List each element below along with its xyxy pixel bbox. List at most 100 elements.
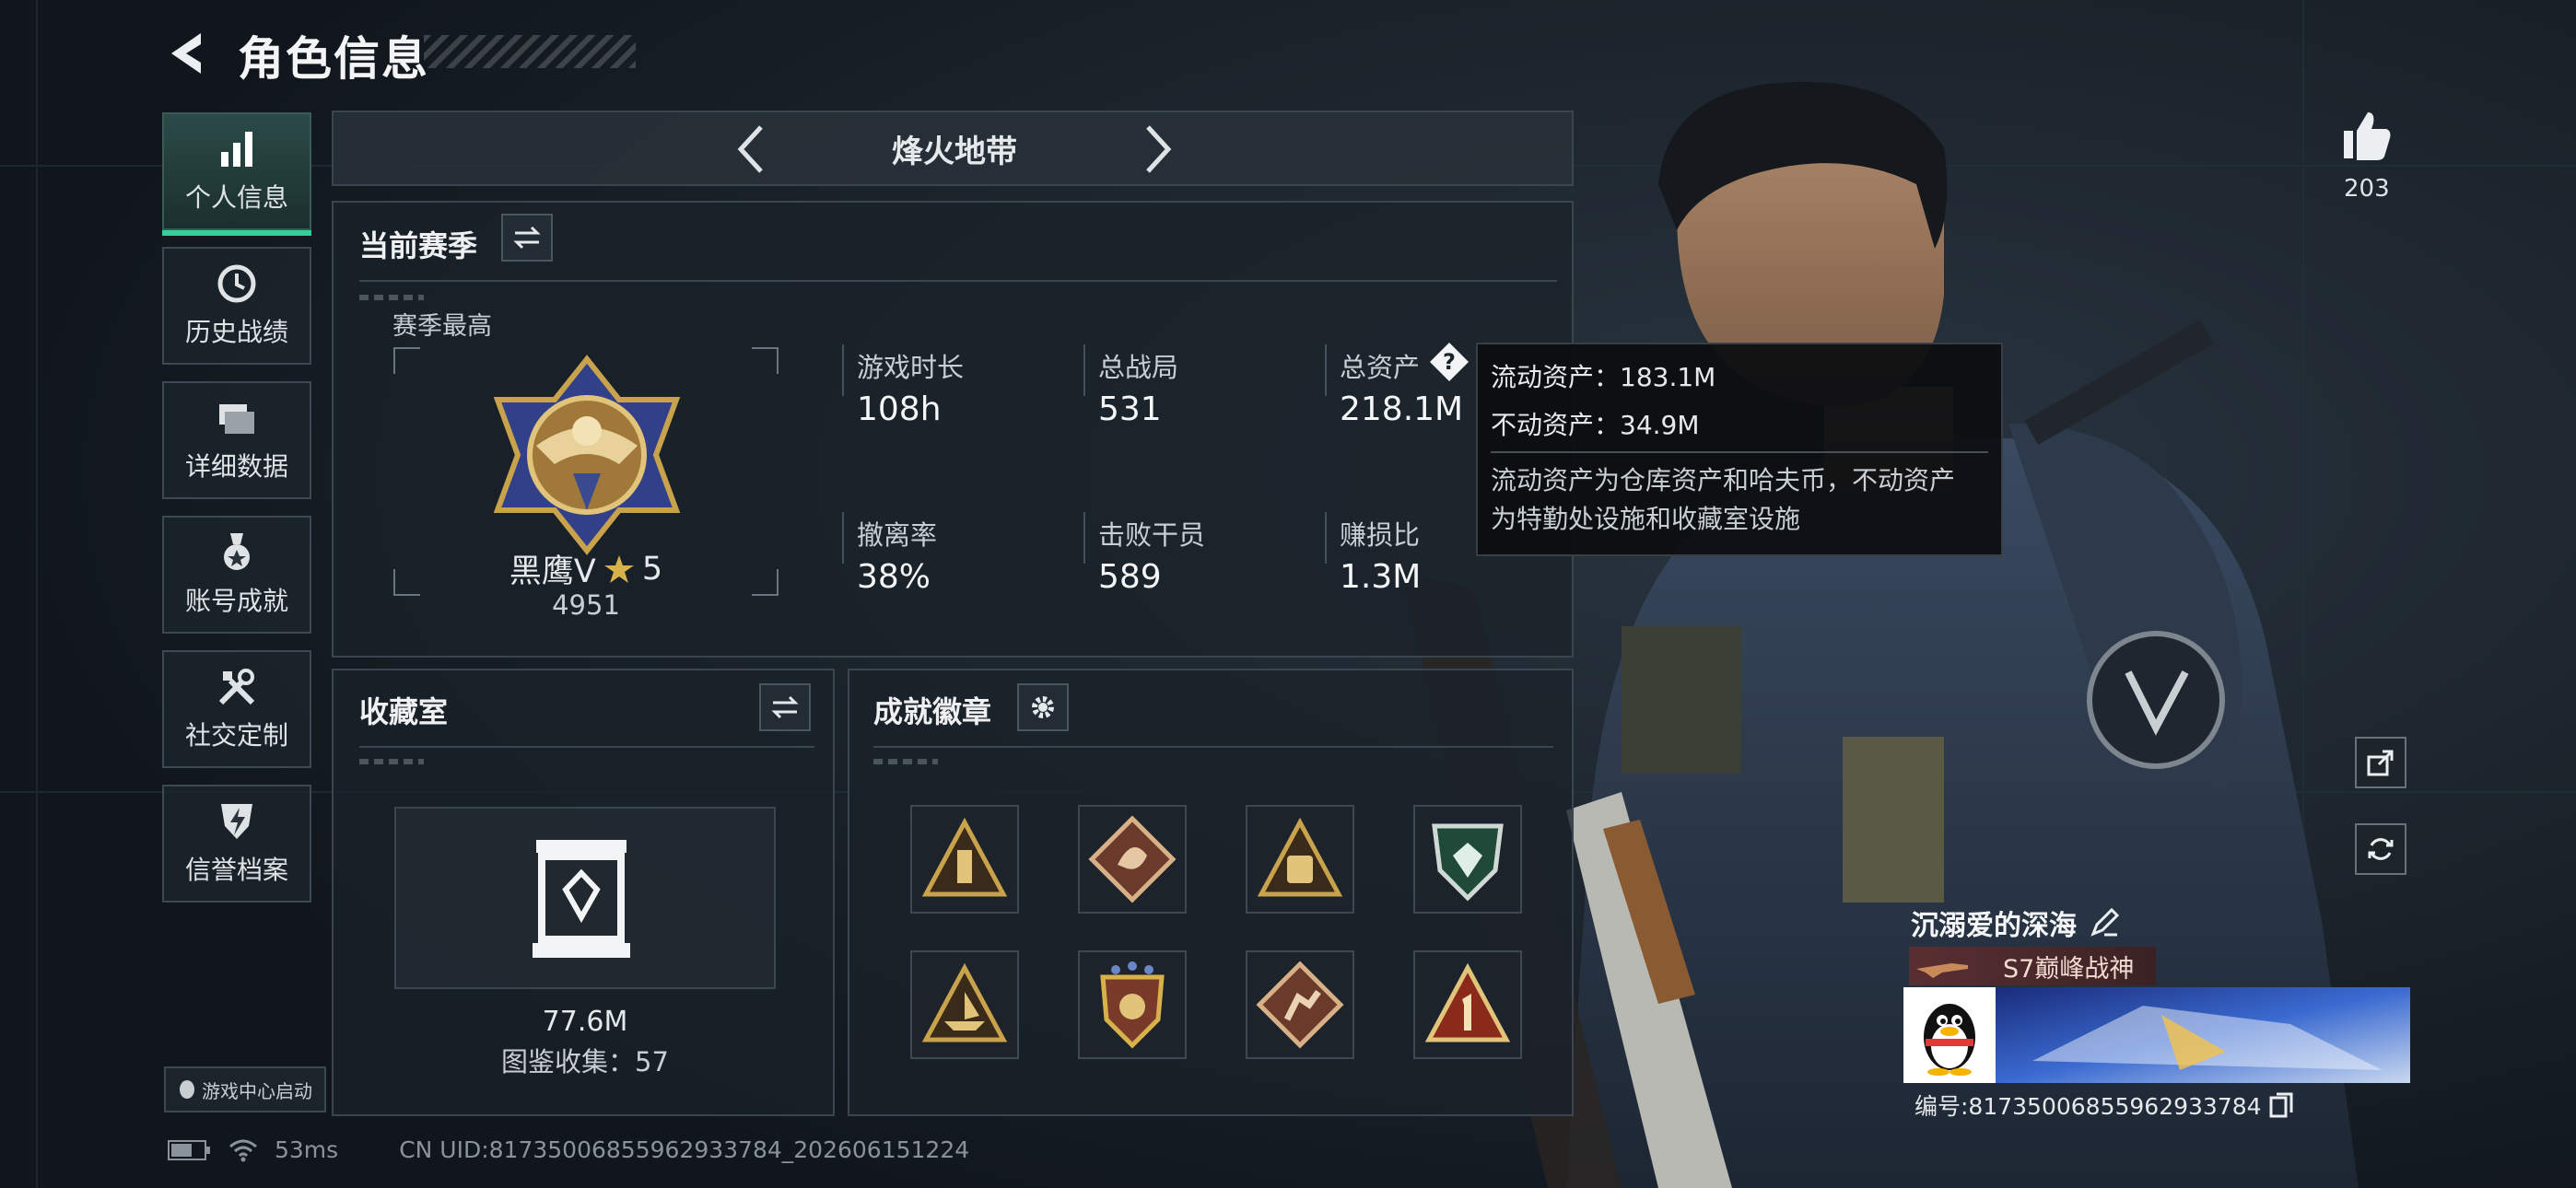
decor-ticks	[873, 759, 938, 764]
stat-separator	[1325, 344, 1327, 396]
diamond-dragon-badge-icon	[1088, 815, 1177, 903]
sidebar-item-credit[interactable]: 信誉档案	[162, 785, 311, 903]
stat-value-kills: 589	[1098, 558, 1162, 596]
back-arrow-icon[interactable]	[164, 29, 208, 77]
achievement-badge[interactable]	[1413, 805, 1522, 914]
tools-icon	[218, 669, 255, 705]
collection-value: 77.6M	[542, 1006, 628, 1038]
penguin-icon	[180, 1080, 194, 1099]
season-switch-button[interactable]	[501, 214, 553, 262]
season-best-label: 赛季最高	[392, 312, 492, 341]
sidebar-item-profile[interactable]: 个人信息	[162, 112, 311, 236]
game-center-launch-button[interactable]: 游戏中心启动	[164, 1066, 326, 1112]
stat-separator	[842, 344, 844, 396]
season-panel: 当前赛季 赛季最高 黑鹰Ⅴ 5 4951 游戏时长 108h 总战局 531 总…	[332, 201, 1574, 658]
sidebar-item-label: 账号成就	[184, 586, 288, 616]
shield-gem-badge-icon	[1432, 823, 1504, 902]
rank-name-row: 黑鹰Ⅴ 5	[392, 545, 779, 592]
page-title: 角色信息	[238, 32, 429, 86]
player-id-row: 编号:8173500685596293378​4	[1914, 1089, 2293, 1122]
divider	[873, 746, 1553, 748]
collection-display[interactable]	[394, 807, 776, 989]
stat-separator	[1083, 344, 1085, 396]
collection-switch-button[interactable]	[759, 683, 811, 731]
sidebar-item-label: 个人信息	[184, 182, 288, 213]
tooltip-liquid: 流动资产：183.1M	[1491, 362, 1716, 392]
battery-icon	[168, 1139, 210, 1160]
divider	[359, 280, 1557, 282]
sidebar-item-label: 社交定制	[184, 720, 288, 751]
rifle-emblem-icon	[1916, 963, 1968, 978]
player-title: S7巅峰战神	[2003, 954, 2135, 984]
achievement-badge[interactable]	[1078, 805, 1187, 914]
rank-points: 4951	[552, 589, 620, 621]
copy-icon[interactable]	[2269, 1092, 2293, 1118]
achievement-badge[interactable]	[910, 950, 1019, 1059]
decor-ticks	[359, 295, 424, 300]
mode-label: 烽火地带	[892, 133, 1017, 170]
triangle-bag-badge-icon	[1257, 817, 1343, 897]
player-id: 编号:8173500685596293378​4	[1914, 1093, 2262, 1120]
assets-tooltip: 流动资产：183.1M 不动资产：34.9M 流动资产为仓库资产和哈夫币，不动资…	[1476, 343, 2003, 556]
share-button[interactable]	[2355, 737, 2406, 788]
swap-icon	[513, 226, 541, 250]
collection-catalog: 图鉴收集：57	[501, 1046, 669, 1077]
sidebar-item-details[interactable]: 详细数据	[162, 381, 311, 499]
stat-label-kills: 击败干员	[1098, 519, 1206, 551]
sidebar-item-label: 详细数据	[184, 451, 288, 482]
stat-value-extract-rate: 38%	[857, 558, 931, 596]
season-title: 当前赛季	[359, 228, 478, 263]
status-footer: 53ms CN UID:81735006855962933784_2026061…	[168, 1136, 969, 1163]
stat-label-profit-ratio: 赚损比	[1340, 519, 1421, 551]
rank-name: 黑鹰Ⅴ	[509, 553, 596, 590]
divider	[359, 746, 814, 748]
chevron-right-icon[interactable]	[1141, 122, 1177, 177]
stat-label-total-assets: 总资产	[1340, 352, 1421, 383]
history-clock-icon	[217, 264, 256, 303]
achievement-medal-icon	[224, 533, 250, 570]
qq-penguin-avatar-icon	[1924, 1004, 1975, 1076]
launch-label: 游戏中心启动	[202, 1079, 312, 1102]
edit-pencil-icon[interactable]	[2090, 908, 2119, 938]
achievement-badge[interactable]	[1246, 950, 1354, 1059]
folder-icon	[219, 404, 254, 434]
sidebar-item-label: 信誉档案	[184, 855, 288, 885]
achievement-badge[interactable]	[910, 805, 1019, 914]
sidebar-item-social[interactable]: 社交定制	[162, 650, 311, 768]
title-decoration	[424, 35, 636, 68]
stat-value-total-assets: 218.1M	[1340, 390, 1464, 428]
refresh-button[interactable]	[2355, 823, 2406, 875]
sidebar-item-history[interactable]: 历史战绩	[162, 247, 311, 365]
collection-title: 收藏室	[359, 694, 449, 729]
stat-value-matches: 531	[1098, 390, 1162, 428]
triangle-one-badge-icon	[1424, 962, 1511, 1042]
tooltip-divider	[1491, 451, 1988, 453]
refresh-icon	[2368, 838, 2394, 860]
stat-label-extract-rate: 撤离率	[857, 519, 938, 551]
achievement-badge[interactable]	[1246, 805, 1354, 914]
player-name: 沉溺爱的深海	[1911, 910, 2077, 942]
help-question-icon[interactable]: ?	[1428, 341, 1470, 383]
gear-icon	[1032, 696, 1054, 718]
achievements-title: 成就徽章	[873, 694, 992, 729]
tooltip-desc-1: 流动资产为仓库资产和哈夫币，不动资产	[1491, 465, 1956, 495]
wifi-icon	[229, 1139, 257, 1161]
achievement-badge[interactable]	[1078, 950, 1187, 1059]
stat-separator	[842, 512, 844, 564]
mode-selector: 烽火地带	[332, 111, 1574, 186]
sidebar-item-achievements[interactable]: 账号成就	[162, 516, 311, 634]
gold-star-icon	[603, 554, 634, 583]
triangle-ship-badge-icon	[921, 962, 1008, 1042]
player-name-row: 沉溺爱的深海	[1911, 903, 2119, 943]
stat-label-playtime: 游戏时长	[857, 352, 965, 383]
chevron-left-icon[interactable]	[732, 122, 768, 177]
stat-separator	[1083, 512, 1085, 564]
tooltip-desc-2: 为特勤处设施和收藏室设施	[1491, 504, 1801, 534]
stat-separator	[1325, 512, 1327, 564]
achievements-settings-button[interactable]	[1017, 683, 1069, 731]
shield-bolt-icon	[221, 804, 252, 839]
display-case-icon	[533, 840, 630, 958]
achievement-badge[interactable]	[1413, 950, 1522, 1059]
stat-label-matches: 总战局	[1098, 352, 1179, 383]
thumbs-up-icon[interactable]	[2340, 109, 2392, 162]
